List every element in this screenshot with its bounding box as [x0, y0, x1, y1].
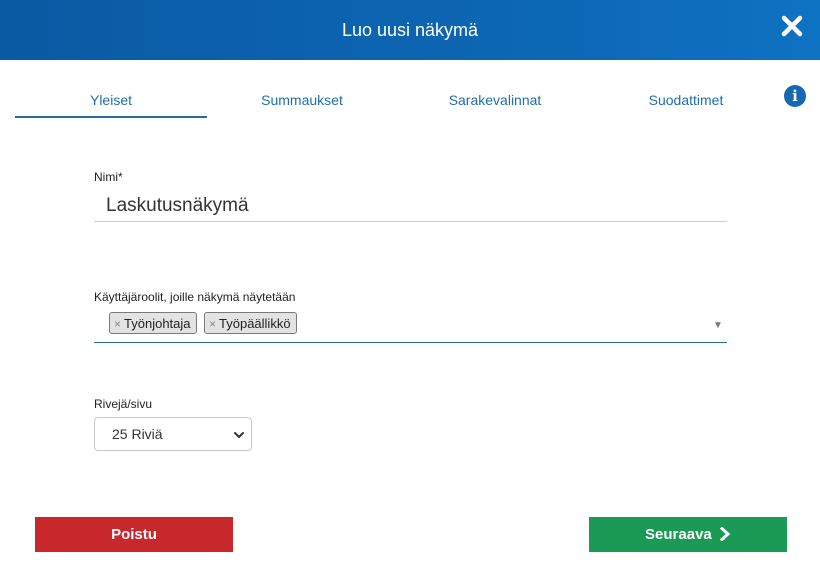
dropdown-arrow-icon: ▼	[713, 320, 723, 331]
exit-button[interactable]: Poistu	[35, 517, 233, 552]
roles-label: Käyttäjäroolit, joille näkymä näytetään	[94, 290, 296, 304]
tab-suodattimet[interactable]: Suodattimet	[593, 80, 779, 116]
chevron-right-icon	[719, 526, 731, 541]
rows-per-page-value: 25 Riviä	[112, 426, 163, 442]
chevron-down-icon	[234, 432, 244, 438]
role-chip: × Työnjohtaja	[109, 312, 197, 334]
name-input[interactable]	[94, 190, 727, 222]
role-chip: × Työpäällikkö	[204, 312, 297, 334]
remove-role-icon[interactable]: ×	[114, 317, 121, 331]
role-chip-label: Työpäällikkö	[219, 316, 291, 331]
rows-per-page-label: Rivejä/sivu	[94, 397, 153, 411]
next-button-label: Seuraava	[645, 526, 712, 543]
tab-yleiset[interactable]: Yleiset	[15, 80, 207, 118]
info-icon[interactable]: i	[784, 85, 806, 107]
dialog-header: Luo uusi näkymä	[0, 0, 820, 60]
tab-sarakevalinnat[interactable]: Sarakevalinnat	[397, 80, 593, 116]
rows-per-page-select[interactable]: 25 Riviä	[94, 417, 252, 451]
tab-summaukset[interactable]: Summaukset	[207, 80, 397, 116]
tab-bar: Yleiset Summaukset Sarakevalinnat Suodat…	[15, 80, 775, 118]
name-label: Nimi*	[94, 170, 123, 184]
remove-role-icon[interactable]: ×	[209, 317, 216, 331]
close-button[interactable]	[778, 12, 806, 40]
close-icon	[781, 15, 803, 37]
next-button[interactable]: Seuraava	[589, 517, 787, 552]
role-chip-label: Työnjohtaja	[124, 316, 191, 331]
dialog-title: Luo uusi näkymä	[341, 20, 479, 40]
roles-multiselect[interactable]: × Työnjohtaja × Työpäällikkö ▼	[94, 308, 727, 343]
